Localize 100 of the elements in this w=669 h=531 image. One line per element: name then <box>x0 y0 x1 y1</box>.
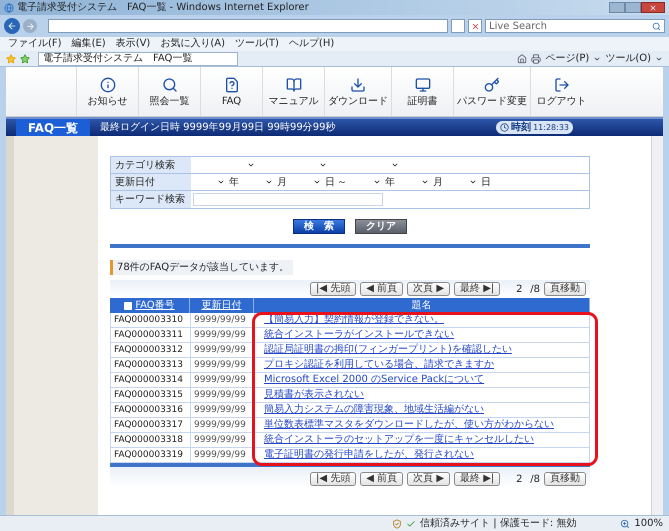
search-icon <box>652 22 661 30</box>
clock-label: 時刻 <box>511 120 532 135</box>
result-count-text: 78件のFAQデータが該当しています。 <box>110 260 294 275</box>
form-label: カテゴリ検索 <box>111 157 191 173</box>
nav-item[interactable]: お知らせ <box>76 67 138 116</box>
form-label: 更新日付 <box>111 174 191 190</box>
print-icon[interactable] <box>531 54 542 64</box>
search-field[interactable]: Live Search <box>485 19 665 33</box>
search-icon <box>162 76 178 92</box>
caret-icon <box>391 161 399 169</box>
page-title: FAQ一覧 <box>16 119 90 136</box>
zoom-level[interactable]: 100% <box>634 516 663 531</box>
caret-icon <box>313 178 321 186</box>
table-cell: FAQ000003313 <box>111 358 191 372</box>
book-icon <box>286 76 302 92</box>
keyword-field[interactable] <box>193 193 383 206</box>
column-header: 題名 <box>412 299 432 313</box>
menu-item[interactable]: ツール(T) <box>235 38 279 50</box>
forward-button[interactable] <box>23 19 37 33</box>
pager-button[interactable]: |◀ 先頭 <box>310 472 356 486</box>
caret-icon <box>247 161 255 169</box>
maximize-button[interactable] <box>625 2 641 13</box>
nav-item[interactable]: FAQ <box>200 67 262 116</box>
back-button[interactable] <box>4 18 20 34</box>
menu-item[interactable]: ファイル(F) <box>8 38 62 50</box>
star-icon[interactable] <box>6 54 16 64</box>
window-title: 電子請求受付システム FAQ一覧 - Windows Internet Explorer <box>17 2 309 14</box>
nav-item[interactable]: パスワード変更 <box>453 67 530 116</box>
form-label: キーワード検索 <box>111 191 191 208</box>
refresh-button[interactable] <box>451 19 465 33</box>
pager-button[interactable]: |◀ 先頭 <box>310 282 356 296</box>
table-cell: 9999/99/99 <box>191 418 255 432</box>
key-icon <box>484 76 500 92</box>
shield-icon <box>392 518 402 528</box>
date-unit: ～ <box>337 176 347 190</box>
faq-title-link[interactable]: プロキシ認証を利用している場合、請求できますか <box>264 359 494 370</box>
scrollbar[interactable] <box>651 136 663 515</box>
stop-button[interactable] <box>468 19 482 33</box>
sort-icon[interactable] <box>124 302 132 310</box>
table-cell: 9999/99/99 <box>191 373 255 387</box>
nav-item[interactable]: 証明書 <box>391 67 453 116</box>
close-button[interactable] <box>641 2 665 13</box>
browser-tab[interactable]: 電子請求受付システム FAQ一覧 <box>38 52 238 66</box>
nav-item[interactable]: ログアウト <box>530 67 592 116</box>
table-cell: FAQ000003310 <box>111 313 191 327</box>
search-button[interactable]: 検 索 <box>293 219 345 234</box>
info-icon <box>100 76 116 92</box>
nav-item[interactable]: マニュアル <box>262 67 324 116</box>
faq-title-link[interactable]: 電子証明書の発行申請をしたが、発行されない <box>264 449 474 460</box>
nav-item[interactable]: 照会一覧 <box>138 67 200 116</box>
page-total: /8 <box>530 472 540 486</box>
page-jump-button[interactable]: 頁移動 <box>544 282 586 296</box>
faq-title-link[interactable]: 統合インストーラがインストールできない <box>264 329 454 340</box>
table-cell: FAQ000003317 <box>111 418 191 432</box>
menu-item[interactable]: お気に入り(A) <box>160 38 225 50</box>
menu-item[interactable]: 表示(V) <box>116 38 150 50</box>
stop-icon <box>470 22 480 30</box>
check-icon <box>406 518 416 528</box>
faq-title-link[interactable]: 統合インストーラのセットアップを一度にキャンセルしたい <box>264 434 534 445</box>
column-header[interactable]: 更新日付 <box>202 298 242 313</box>
faq-title-link[interactable]: 簡易入力システムの障害現象、地域生活編がない <box>264 404 484 415</box>
download-icon <box>350 76 366 92</box>
caret-icon <box>217 178 225 186</box>
page-jump-button[interactable]: 頁移動 <box>544 472 586 486</box>
pager-button[interactable]: ◀ 前頁 <box>360 472 404 486</box>
pager-button[interactable]: 次頁 ▶ <box>407 472 450 486</box>
question-document-icon <box>224 76 240 92</box>
table-cell: FAQ000003318 <box>111 433 191 447</box>
page-number: 2 <box>515 472 524 486</box>
faq-title-link[interactable]: 見積書が表示されない <box>264 389 364 400</box>
faq-title-link[interactable]: Microsoft Excel 2000 のService Packについて <box>264 374 484 385</box>
table-cell: FAQ000003314 <box>111 373 191 387</box>
menu-item[interactable]: 編集(E) <box>72 38 106 50</box>
pager-button[interactable]: 次頁 ▶ <box>407 282 450 296</box>
back-icon <box>7 21 17 31</box>
pager-button[interactable]: 最終 ▶| <box>454 472 500 486</box>
command-menu[interactable]: ページ(P) <box>545 51 590 66</box>
address-field[interactable] <box>48 19 448 33</box>
caret-icon <box>421 178 429 186</box>
date-unit: 年 <box>229 176 239 190</box>
tab-label: 電子請求受付システム FAQ一覧 <box>43 52 192 64</box>
add-favorite-icon[interactable] <box>20 54 30 64</box>
column-header[interactable]: FAQ番号 <box>135 298 175 313</box>
home-icon[interactable] <box>517 54 528 64</box>
command-menu[interactable]: ツール(O) <box>605 51 651 66</box>
nav-item[interactable]: ダウンロード <box>324 67 391 116</box>
faq-title-link[interactable]: 単位数表標準マスタをダウンロードしたが、使い方がわからない <box>264 419 554 430</box>
clear-button[interactable]: クリア <box>355 219 407 234</box>
menu-item[interactable]: ヘルプ(H) <box>288 38 334 50</box>
table-cell: 9999/99/99 <box>191 358 255 372</box>
page-number: 2 <box>515 282 524 296</box>
pager-button[interactable]: ◀ 前頁 <box>360 282 404 296</box>
minimize-button[interactable] <box>609 2 625 13</box>
table-cell: FAQ000003311 <box>111 328 191 342</box>
forward-icon <box>26 22 34 30</box>
caret-icon <box>469 178 477 186</box>
faq-title-link[interactable]: 認証局証明書の拇印(フィンガープリント)を確認したい <box>264 344 512 355</box>
pager-button[interactable]: 最終 ▶| <box>454 282 500 296</box>
clock-icon <box>500 123 510 132</box>
zoom-icon[interactable] <box>620 518 630 528</box>
